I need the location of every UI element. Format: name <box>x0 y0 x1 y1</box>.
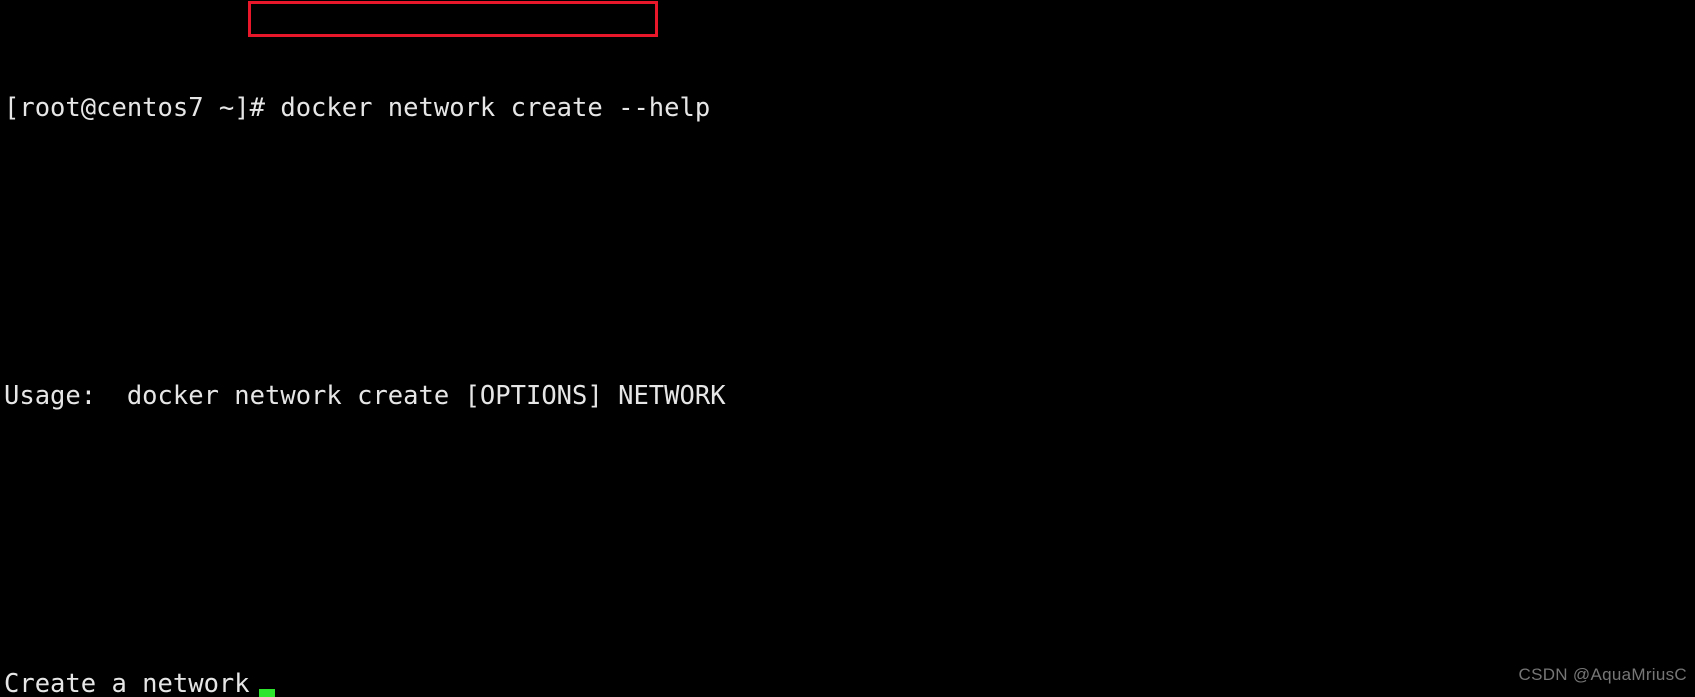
terminal-cursor <box>259 689 275 697</box>
prompt-line: [root@centos7 ~]# docker network create … <box>4 90 1495 126</box>
usage-line: Usage: docker network create [OPTIONS] N… <box>4 381 726 411</box>
terminal-window[interactable]: [root@centos7 ~]# docker network create … <box>0 0 1695 697</box>
shell-prompt: [root@centos7 ~]# <box>4 93 281 123</box>
typed-command: docker network create --help <box>280 93 711 123</box>
watermark-label: CSDN @AquaMriusC <box>1518 665 1687 684</box>
terminal-screen: [root@centos7 ~]# docker network create … <box>4 0 1495 697</box>
command-description: Create a network <box>4 669 250 697</box>
